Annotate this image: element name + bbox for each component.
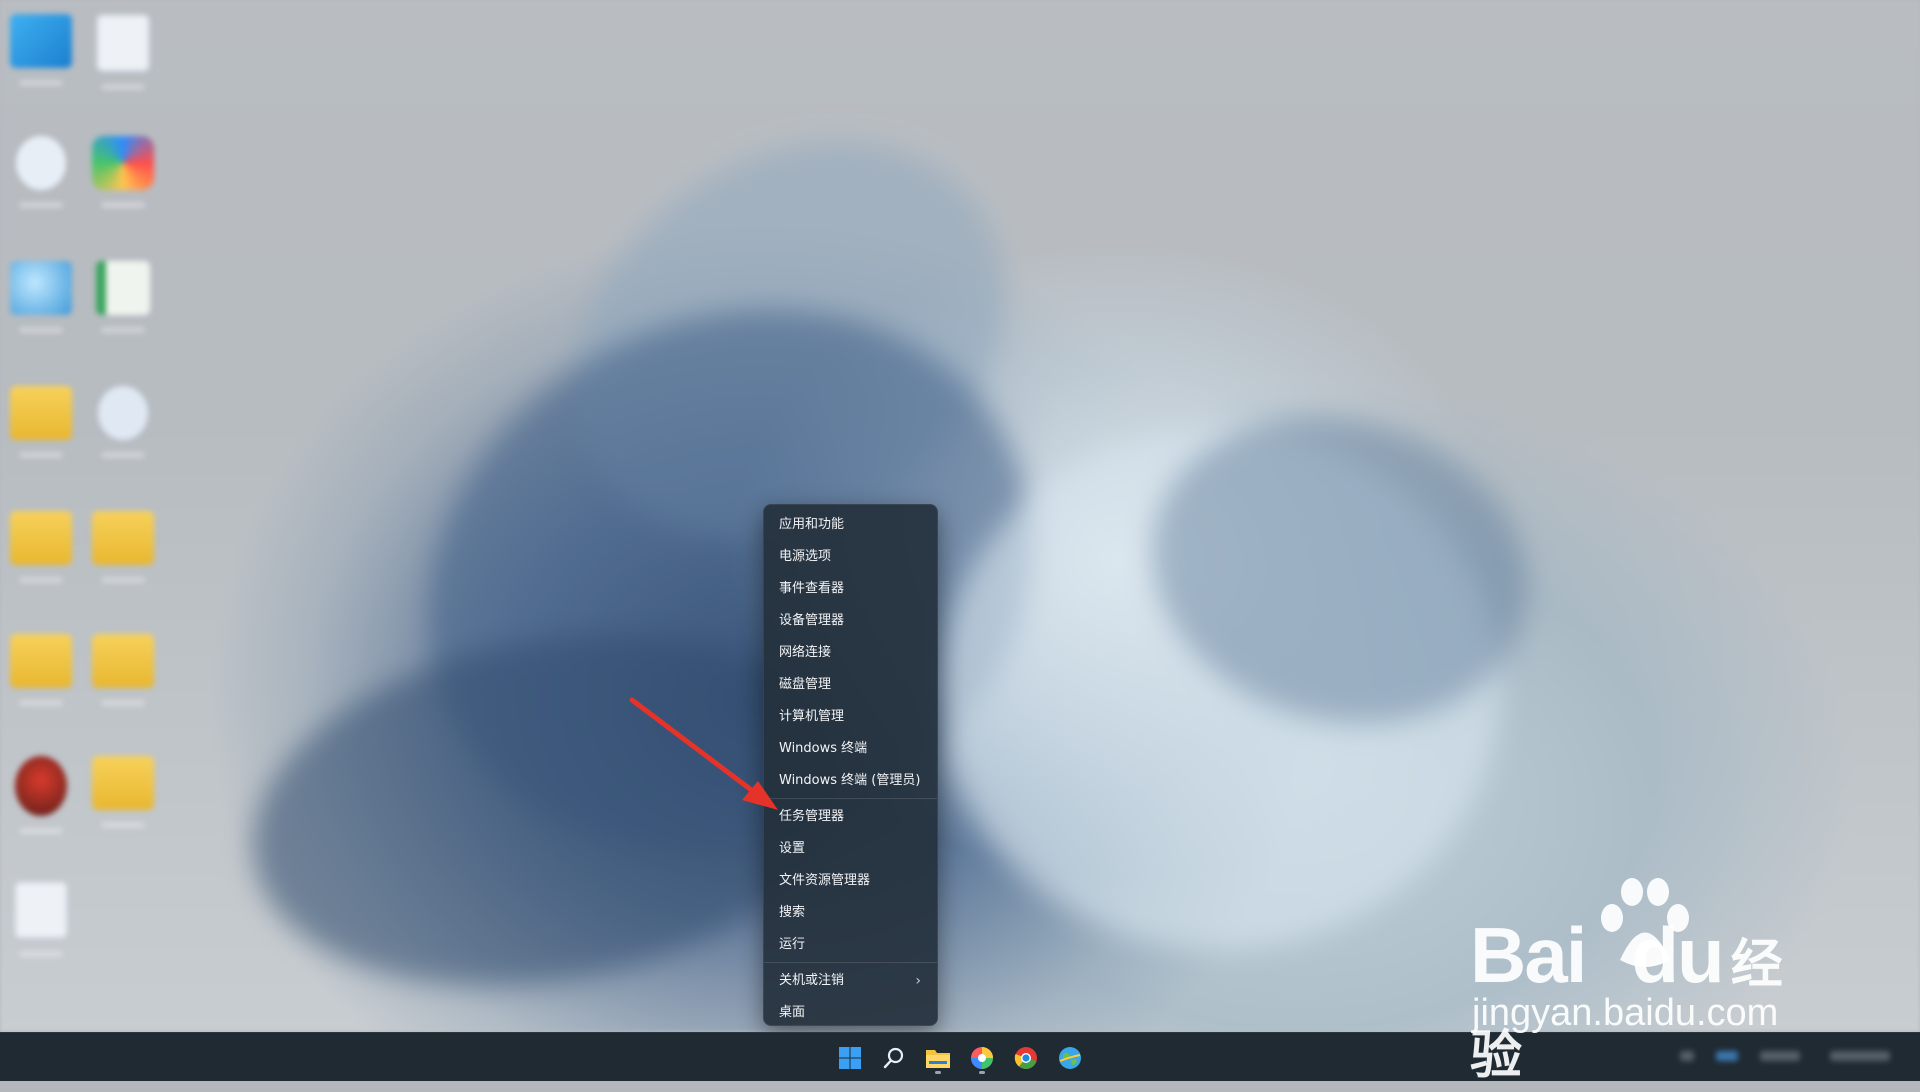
document-icon[interactable] <box>6 875 76 975</box>
baidu-jingyan-watermark: Bai du 经验 jingyan.baidu.com <box>1470 870 1830 1086</box>
color-app-icon[interactable] <box>88 130 158 230</box>
menu-item-desktop[interactable]: 桌面 <box>764 997 937 1029</box>
menu-item-shutdown[interactable]: 关机或注销 › <box>764 965 937 997</box>
spreadsheet-icon[interactable] <box>88 255 158 355</box>
menu-item-task-manager[interactable]: 任务管理器 <box>764 801 937 833</box>
globe-app-icon[interactable] <box>6 255 76 355</box>
menu-item-windows-terminal[interactable]: Windows 终端 <box>764 733 937 765</box>
chrome-icon[interactable] <box>1006 1041 1046 1075</box>
folder-icon[interactable] <box>88 505 158 605</box>
menu-item-disk-management[interactable]: 磁盘管理 <box>764 669 937 701</box>
menu-item-windows-terminal-admin[interactable]: Windows 终端 (管理员) <box>764 765 937 797</box>
recycle-bin-icon[interactable] <box>6 130 76 230</box>
menu-item-computer-management[interactable]: 计算机管理 <box>764 701 937 733</box>
menu-item-file-explorer[interactable]: 文件资源管理器 <box>764 865 937 897</box>
desktop-icon-area <box>0 0 180 1000</box>
folder-icon[interactable] <box>88 750 158 850</box>
folder-icon[interactable] <box>6 380 76 480</box>
monitor-icon[interactable] <box>6 8 76 108</box>
menu-item-settings[interactable]: 设置 <box>764 833 937 865</box>
folder-icon[interactable] <box>6 505 76 605</box>
folder-icon[interactable] <box>88 628 158 728</box>
menu-item-network-connections[interactable]: 网络连接 <box>764 637 937 669</box>
menu-item-event-viewer[interactable]: 事件查看器 <box>764 573 937 605</box>
menu-separator <box>764 962 937 963</box>
menu-item-device-manager[interactable]: 设备管理器 <box>764 605 937 637</box>
menu-separator <box>764 798 937 799</box>
menu-item-shutdown-label: 关机或注销 <box>779 973 845 988</box>
browser-globe-icon[interactable] <box>1050 1041 1090 1075</box>
cloud-icon[interactable] <box>88 380 158 480</box>
folder-icon[interactable] <box>6 628 76 728</box>
colorful-app-icon[interactable] <box>962 1041 1002 1075</box>
menu-item-run[interactable]: 运行 <box>764 929 937 961</box>
chevron-right-icon: › <box>915 973 921 989</box>
windows-start-icon[interactable] <box>830 1041 870 1075</box>
file-explorer-icon[interactable] <box>918 1041 958 1075</box>
watermark-url: jingyan.baidu.com <box>1472 992 1779 1034</box>
menu-item-power-options[interactable]: 电源选项 <box>764 541 937 573</box>
menu-item-search[interactable]: 搜索 <box>764 897 937 929</box>
document-icon[interactable] <box>88 8 158 108</box>
avatar-icon[interactable] <box>6 750 76 850</box>
search-icon[interactable] <box>874 1041 914 1075</box>
winx-context-menu: 应用和功能 电源选项 事件查看器 设备管理器 网络连接 磁盘管理 计算机管理 W… <box>763 504 938 1026</box>
menu-item-apps-features[interactable]: 应用和功能 <box>764 509 937 541</box>
